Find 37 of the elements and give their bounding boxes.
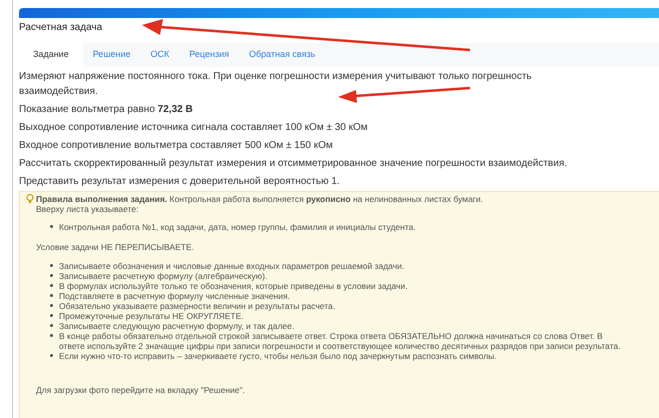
task-text: Представить результат измерения с доверительной вероятностью 1. [19, 175, 341, 189]
task-text: Выходное сопротивление источника сигнала составляет 100 кОм ± 30 кОм [19, 121, 369, 135]
rules-text: Условие задачи НЕ ПЕРЕПИСЫВАЕТЕ. [36, 242, 195, 252]
bullet-icon [50, 225, 53, 228]
task-text: Входное сопротивление вольтметра составляет 500 кОм ± 150 кОм [19, 139, 334, 153]
rules-item: В конце работы обязательно отдельной строкой записываете ответ. Строка ответа ОБЯЗАТЕЛЬНО должна начинаться со слова Ответ. В ответе используйте 2 значащие цифры при записи погрешности и соответствующее количество десятичных разрядов при записи результата. [59, 331, 622, 351]
tab[interactable]: Обратная связь [238, 43, 326, 67]
bullet-icon [50, 354, 53, 357]
bullet-icon [50, 264, 53, 267]
rules-item: Контрольная работа №1, код задачи, дата, номер группы, фамилия и инициалы студента. [59, 222, 416, 232]
rules-footer: Для загрузки фото перейдите на вкладку "Решение". [36, 385, 659, 395]
rules-text: Вверху листа указываете: [36, 204, 140, 214]
rules-item: Обязательно указываете размерности величин и результаты расчета. [59, 301, 336, 311]
tab[interactable]: Задание [19, 43, 83, 67]
rules-item: Подставляете в расчетную формулу численные значения. [59, 291, 290, 301]
rules-item: Промежуточные результаты НЕ ОКРУГЛЯЕТЕ. [59, 311, 244, 321]
rules-item: Если нужно что-то исправить – зачеркиваете густо, чтобы нельзя было под зачеркнутым распознать символы. [59, 351, 497, 361]
tab[interactable]: Решение [82, 43, 141, 67]
bullet-icon [50, 324, 53, 327]
rules-item: Записываете обозначения и числовые данные входных параметров решаемой задачи. [59, 261, 404, 271]
bullet-icon [50, 334, 53, 337]
task-text: Показание вольтметра равно 72,32 В [19, 103, 194, 117]
bullet-icon [50, 314, 53, 317]
task-text: Измеряют напряжение постоянного тока. При оценке погрешности измерения учитывают только погрешность взаимодействия. [19, 70, 533, 99]
lightbulb-icon [26, 194, 34, 204]
task-text: Рассчитать скорректированный результат измерения и отсимметрированное значение погрешности взаимодействия. [19, 157, 568, 171]
rules-item: Записываете следующую расчетную формулу, и так далее. [59, 321, 294, 331]
rules-item: Записываете расчетную формулу (алгебраическую). [59, 271, 268, 281]
bullet-icon [50, 294, 53, 297]
rules-item: В формулах используйте только те обозначения, которые приведены в условии задачи. [59, 281, 408, 291]
rules-heading: Правила выполнения задания. Контрольная работа выполняется рукописно на нелинованных листах бумаги. [36, 194, 484, 204]
tab[interactable]: Рецензия [179, 43, 239, 67]
bullet-icon [50, 304, 53, 307]
tab[interactable]: ОСК [140, 43, 180, 67]
bullet-icon [50, 274, 53, 277]
page-title: Расчетная задача [19, 21, 104, 35]
bullet-icon [50, 284, 53, 287]
